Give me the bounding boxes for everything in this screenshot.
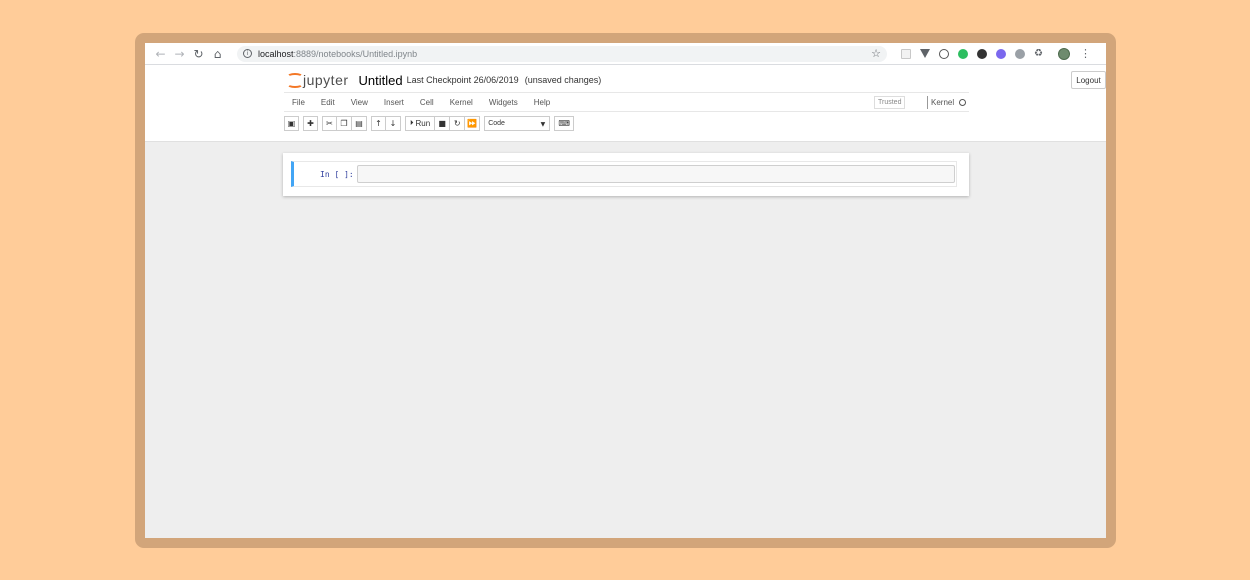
kernel-indicator: Kernel bbox=[927, 96, 967, 109]
jupyter-logo-icon[interactable] bbox=[286, 72, 303, 89]
screenshot-frame: ← → ↻ ⌂ i localhost:8889/notebooks/Untit… bbox=[135, 33, 1116, 548]
browser-toolbar: ← → ↻ ⌂ i localhost:8889/notebooks/Untit… bbox=[145, 43, 1106, 65]
keyboard-icon[interactable]: ⌨ bbox=[554, 116, 575, 131]
back-icon[interactable]: ← bbox=[151, 45, 170, 63]
kernel-name: Kernel bbox=[931, 98, 955, 107]
cell-type-value: Code bbox=[488, 120, 505, 127]
cell-prompt: In [ ]: bbox=[320, 170, 354, 179]
copy-icon[interactable]: ❐ bbox=[337, 116, 352, 131]
notebook-container: In [ ]: bbox=[283, 153, 969, 196]
menu-kernel[interactable]: Kernel bbox=[442, 98, 481, 107]
menu-help[interactable]: Help bbox=[526, 98, 558, 107]
step-forward-icon: ⏵ bbox=[410, 119, 414, 127]
browser-window: ← → ↻ ⌂ i localhost:8889/notebooks/Untit… bbox=[145, 43, 1106, 538]
menu-insert[interactable]: Insert bbox=[376, 98, 412, 107]
jupyter-header: jupyter Untitled Last Checkpoint 26/06/2… bbox=[145, 65, 1106, 142]
cut-icon[interactable]: ✂ bbox=[322, 116, 337, 131]
extension-dark-icon[interactable] bbox=[977, 48, 987, 59]
extension-download-icon[interactable] bbox=[1015, 48, 1025, 59]
menu-bar: File Edit View Insert Cell Kernel Widget… bbox=[284, 92, 969, 112]
extension-check-icon[interactable] bbox=[996, 48, 1006, 59]
extension-filter-icon[interactable] bbox=[920, 49, 930, 58]
reload-icon[interactable]: ↻ bbox=[189, 45, 208, 63]
paste-icon[interactable]: ▤ bbox=[352, 116, 367, 131]
url-path: :8889/notebooks/Untitled.ipynb bbox=[293, 48, 418, 59]
jupyter-logo-text[interactable]: jupyter bbox=[303, 72, 349, 88]
logout-button[interactable]: Logout bbox=[1071, 71, 1106, 89]
run-label: Run bbox=[415, 119, 431, 128]
menu-view[interactable]: View bbox=[343, 98, 376, 107]
unsaved-status: (unsaved changes) bbox=[524, 75, 602, 85]
evernote-icon[interactable] bbox=[958, 48, 968, 59]
extension-square-icon[interactable] bbox=[901, 48, 911, 59]
cell-input[interactable] bbox=[357, 165, 955, 183]
kernel-idle-icon bbox=[959, 99, 967, 106]
insert-cell-icon[interactable]: ✚ bbox=[303, 116, 318, 131]
trusted-indicator[interactable]: Trusted bbox=[874, 96, 906, 109]
address-bar[interactable]: i localhost:8889/notebooks/Untitled.ipyn… bbox=[237, 45, 887, 62]
move-down-icon[interactable]: ↓ bbox=[386, 116, 401, 131]
fast-forward-icon[interactable]: ⏩ bbox=[465, 116, 481, 131]
menu-kebab-icon[interactable]: ⋮ bbox=[1080, 47, 1091, 60]
run-button[interactable]: ⏵ Run bbox=[405, 116, 436, 131]
header-row: jupyter Untitled Last Checkpoint 26/06/2… bbox=[286, 69, 1106, 91]
restart-icon[interactable]: ↻ bbox=[450, 116, 466, 131]
star-icon[interactable]: ☆ bbox=[871, 47, 881, 60]
move-up-icon[interactable]: ↑ bbox=[371, 116, 386, 131]
menu-file[interactable]: File bbox=[284, 98, 313, 107]
info-icon[interactable]: i bbox=[243, 49, 252, 58]
extension-block-icon[interactable] bbox=[939, 48, 949, 59]
url-host: localhost bbox=[258, 48, 294, 59]
forward-icon[interactable]: → bbox=[170, 45, 189, 63]
home-icon[interactable]: ⌂ bbox=[208, 45, 227, 63]
chevron-down-icon: ▼ bbox=[540, 121, 546, 128]
code-cell[interactable]: In [ ]: bbox=[291, 161, 957, 187]
recycle-icon[interactable]: ♻ bbox=[1034, 48, 1043, 59]
notebook-name[interactable]: Untitled bbox=[359, 73, 403, 88]
save-icon[interactable]: ▣ bbox=[284, 116, 299, 131]
menu-edit[interactable]: Edit bbox=[313, 98, 343, 107]
menu-cell[interactable]: Cell bbox=[412, 98, 442, 107]
menu-widgets[interactable]: Widgets bbox=[481, 98, 526, 107]
extensions-area: ♻ bbox=[901, 48, 1052, 59]
profile-avatar[interactable] bbox=[1057, 47, 1070, 60]
last-checkpoint: Last Checkpoint 26/06/2019 bbox=[406, 75, 519, 85]
cell-type-select[interactable]: Code ▼ bbox=[484, 116, 551, 131]
stop-icon[interactable]: ■ bbox=[435, 116, 451, 131]
notebook-toolbar: ▣ ✚ ✂ ❐ ▤ ↑ ↓ ⏵ Run ■ ↻ ⏩ Code ▼ ⌨ bbox=[284, 115, 575, 132]
